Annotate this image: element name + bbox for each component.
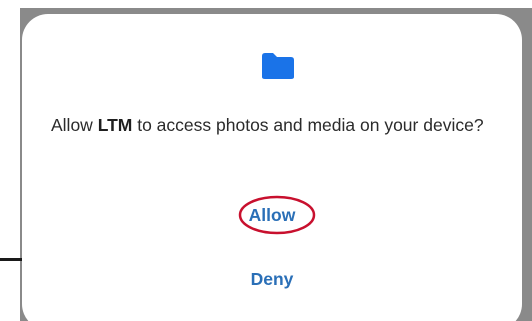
background-divider <box>0 258 22 261</box>
deny-button[interactable]: Deny <box>22 267 522 291</box>
folder-icon <box>262 53 294 79</box>
permission-dialog: Allow LTM to access photos and media on … <box>22 14 522 321</box>
allow-button[interactable]: Allow <box>22 203 522 227</box>
screen-edge-top <box>0 0 532 8</box>
screen-edge-left <box>0 0 20 321</box>
message-suffix: to access photos and media on your devic… <box>132 115 484 135</box>
message-prefix: Allow <box>51 115 98 135</box>
app-name: LTM <box>97 115 133 135</box>
permission-message: Allow LTM to access photos and media on … <box>51 114 506 136</box>
screen: Allow LTM to access photos and media on … <box>0 0 532 321</box>
